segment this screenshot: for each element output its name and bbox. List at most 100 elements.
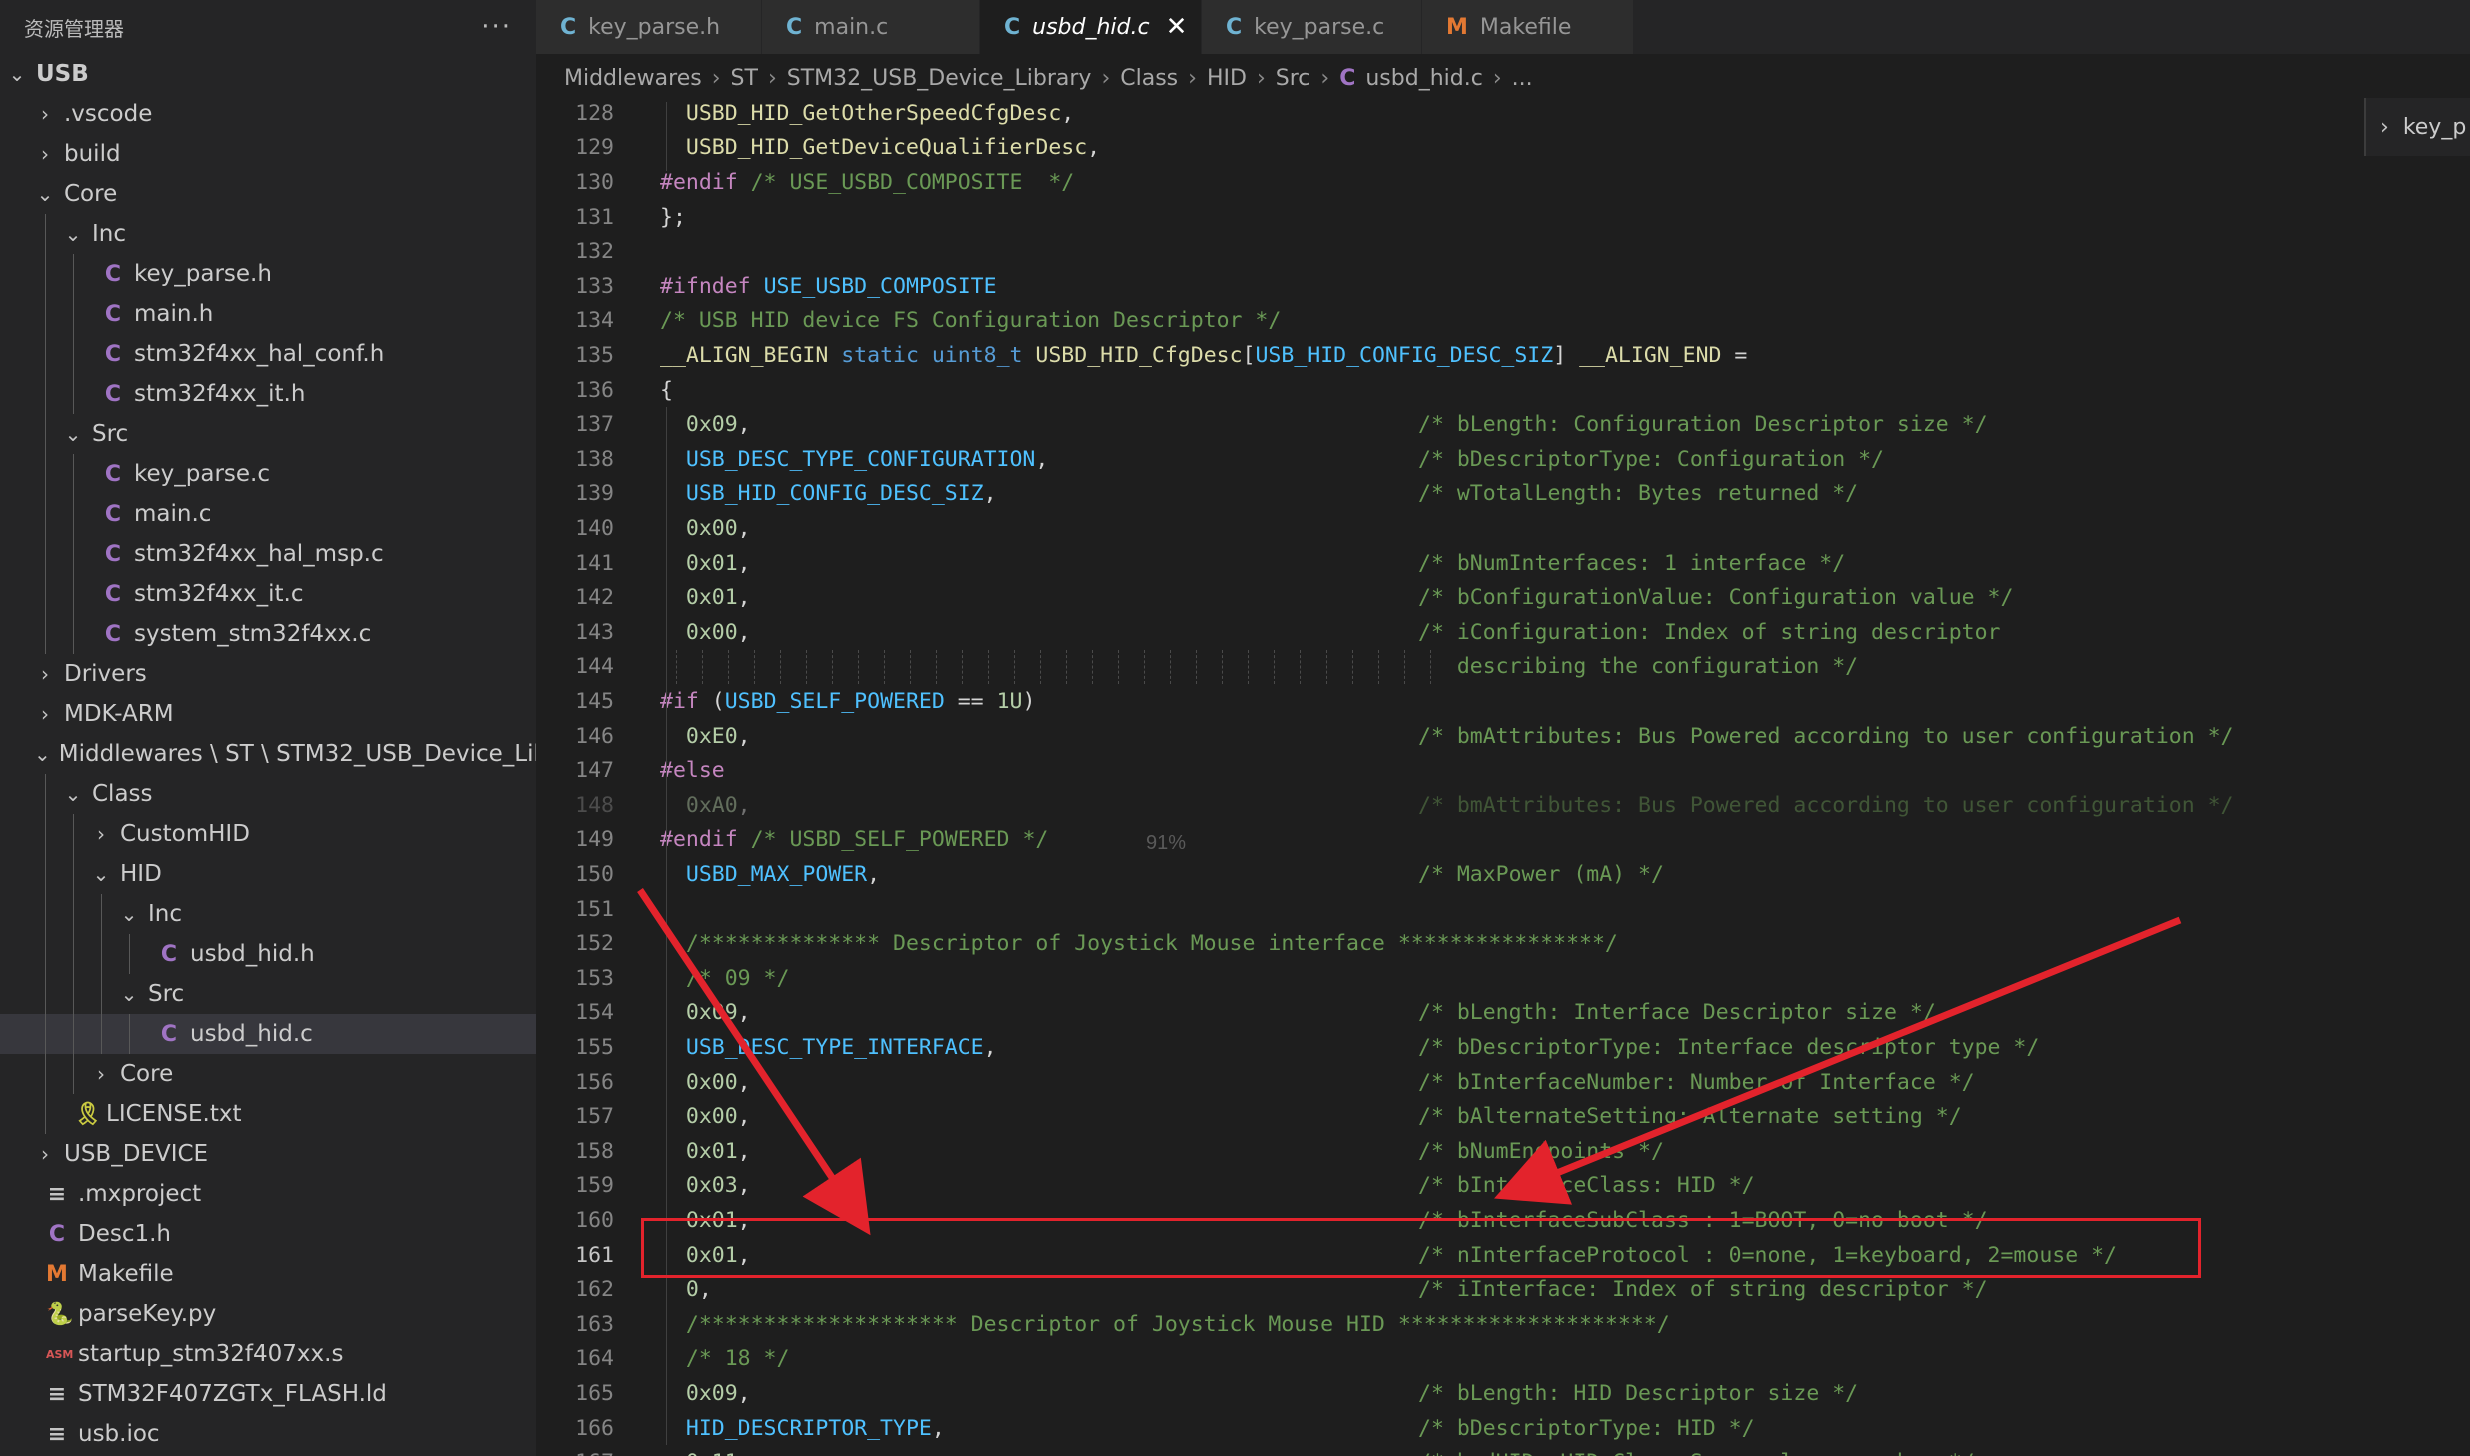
tab-key_parse-h[interactable]: Ckey_parse.h	[536, 0, 762, 54]
line-number: 160	[575, 1207, 614, 1233]
chevron-down-icon[interactable]: ⌄	[118, 982, 140, 1006]
breadcrumb-item[interactable]: HID	[1207, 66, 1247, 91]
tab-key_parse-c[interactable]: Ckey_parse.c	[1202, 0, 1422, 54]
tree-item[interactable]: › USB_DEVICE	[0, 1134, 536, 1174]
breadcrumb-item[interactable]: Src	[1276, 66, 1311, 91]
tab-usbd_hid-c[interactable]: Cusbd_hid.c ✕	[980, 0, 1202, 54]
tree-item[interactable]: ⌄ HID	[0, 854, 536, 894]
tree-item[interactable]: › build	[0, 134, 536, 174]
breadcrumb-file[interactable]: usbd_hid.c	[1365, 66, 1482, 91]
tree-item[interactable]: Cstm32f4xx_hal_conf.h	[0, 334, 536, 374]
code-comment: /* bLength: Interface Descriptor size */	[1418, 1000, 1936, 1026]
code-token: USBD_MAX_POWER	[685, 861, 868, 887]
chevron-right-icon[interactable]: ›	[90, 1062, 112, 1086]
chevron-right-icon[interactable]: ›	[34, 702, 56, 726]
breadcrumb-item[interactable]: STM32_USB_Device_Library	[787, 66, 1092, 91]
tab-label: main.c	[814, 14, 889, 40]
chevron-down-icon[interactable]: ⌄	[62, 422, 84, 446]
tree-item[interactable]: ⌄ Core	[0, 174, 536, 214]
tree-item[interactable]: Cmain.c	[0, 494, 536, 534]
more-actions-icon[interactable]: ···	[481, 12, 512, 42]
tree-item[interactable]: 🐍 parseKey.py	[0, 1294, 536, 1334]
chevron-down-icon[interactable]: ⌄	[118, 902, 140, 926]
breadcrumb-ellipsis[interactable]: ...	[1512, 66, 1533, 91]
tree-item[interactable]: › MDK-ARM	[0, 694, 536, 734]
chevron-down-icon[interactable]: ⌄	[34, 742, 51, 766]
code-text: 0x00,	[660, 1104, 751, 1129]
chevron-down-icon[interactable]: ⌄	[6, 62, 28, 86]
tree-item[interactable]: C Desc1.h	[0, 1214, 536, 1254]
chevron-right-icon[interactable]: ›	[34, 102, 56, 126]
indent-guide	[1222, 649, 1224, 684]
tree-item[interactable]: ⌄ Src	[0, 414, 536, 454]
breadcrumb-item[interactable]: Middlewares	[564, 66, 702, 91]
line-number: 159	[575, 1173, 614, 1199]
chevron-right-icon[interactable]: ›	[90, 822, 112, 846]
tree-item-label: main.c	[134, 501, 212, 527]
tree-item[interactable]: ⌄ USB	[0, 54, 536, 94]
highlight-box	[641, 1218, 2201, 1278]
tree-item[interactable]: M Makefile	[0, 1254, 536, 1294]
chevron-right-icon[interactable]: ›	[34, 142, 56, 166]
code-token: };	[660, 204, 686, 230]
tab-Makefile[interactable]: M Makefile	[1422, 0, 1634, 54]
tree-item[interactable]: Csystem_stm32f4xx.c	[0, 614, 536, 654]
tree-item[interactable]: ⌄ Inc	[0, 894, 536, 934]
indent-guide	[45, 294, 46, 334]
chevron-down-icon[interactable]: ⌄	[62, 222, 84, 246]
chevron-right-icon[interactable]: ›	[34, 1142, 56, 1166]
indent-guide	[1248, 649, 1250, 684]
tab-main-c[interactable]: Cmain.c	[762, 0, 980, 54]
tree-item[interactable]: › Drivers	[0, 654, 536, 694]
tree-item[interactable]: Cstm32f4xx_it.h	[0, 374, 536, 414]
chevron-right-icon: ›	[711, 65, 721, 91]
tree-item[interactable]: › Core	[0, 1054, 536, 1094]
tree-item[interactable]: ≡ .mxproject	[0, 1174, 536, 1214]
code-line: 153 /* 09 */	[536, 961, 2470, 996]
tree-item[interactable]: ⌄ Middlewares \ ST \ STM32_USB_Device_Lib…	[0, 734, 536, 774]
indent-guide	[45, 494, 46, 534]
indent-guide	[73, 614, 74, 654]
chevron-down-icon[interactable]: ⌄	[62, 782, 84, 806]
tree-item[interactable]: › .vscode	[0, 94, 536, 134]
close-icon[interactable]: ✕	[1166, 12, 1188, 42]
explorer-title: 资源管理器	[24, 16, 124, 41]
tree-item[interactable]: Cusbd_hid.h	[0, 934, 536, 974]
code-token: ,	[737, 1380, 751, 1406]
tree-item[interactable]: Ckey_parse.c	[0, 454, 536, 494]
outline-peek[interactable]: › key_p	[2364, 98, 2470, 156]
indent-guide	[45, 974, 46, 1014]
chevron-down-icon[interactable]: ⌄	[90, 862, 112, 886]
code-line: 132	[536, 234, 2470, 269]
breadcrumb-item[interactable]: Class	[1120, 66, 1178, 91]
chevron-right-icon[interactable]: ›	[34, 662, 56, 686]
tree-item[interactable]: ⌄ Class	[0, 774, 536, 814]
tree-item[interactable]: Cstm32f4xx_it.c	[0, 574, 536, 614]
tree-item[interactable]: ≡ usb.ioc	[0, 1414, 536, 1454]
tree-item[interactable]: Ckey_parse.h	[0, 254, 536, 294]
tree-item[interactable]: ⌄ Src	[0, 974, 536, 1014]
indent-guide	[1300, 649, 1302, 684]
tree-item[interactable]: Cusbd_hid.c	[0, 1014, 536, 1054]
tree-item[interactable]: ≡ STM32F407ZGTx_FLASH.ld	[0, 1374, 536, 1414]
code-comment: /* bNumEndpoints */	[1418, 1138, 1664, 1164]
text-file-icon: ≡	[47, 1421, 67, 1447]
tree-item[interactable]: ASM startup_stm32f407xx.s	[0, 1334, 536, 1374]
breadcrumb-item[interactable]: ST	[731, 66, 758, 91]
chevron-down-icon[interactable]: ⌄	[34, 182, 56, 206]
code-line: 154 0x09, /* bLength: Interface Descripto…	[536, 996, 2470, 1031]
code-token: 0	[685, 1277, 699, 1303]
tree-item-label: Class	[92, 781, 153, 807]
tree-item[interactable]: Cstm32f4xx_hal_msp.c	[0, 534, 536, 574]
tree-item-label: build	[64, 141, 121, 167]
indent-guide	[676, 649, 678, 684]
tree-item[interactable]: Cmain.h	[0, 294, 536, 334]
python-icon: 🐍	[46, 1301, 74, 1327]
tree-item[interactable]: › CustomHID	[0, 814, 536, 854]
tree-item[interactable]: 🎗 LICENSE.txt	[0, 1094, 536, 1134]
tree-item[interactable]: ⌄ Inc	[0, 214, 536, 254]
indent-guide	[45, 1094, 46, 1134]
code-token: ,	[738, 1450, 751, 1456]
